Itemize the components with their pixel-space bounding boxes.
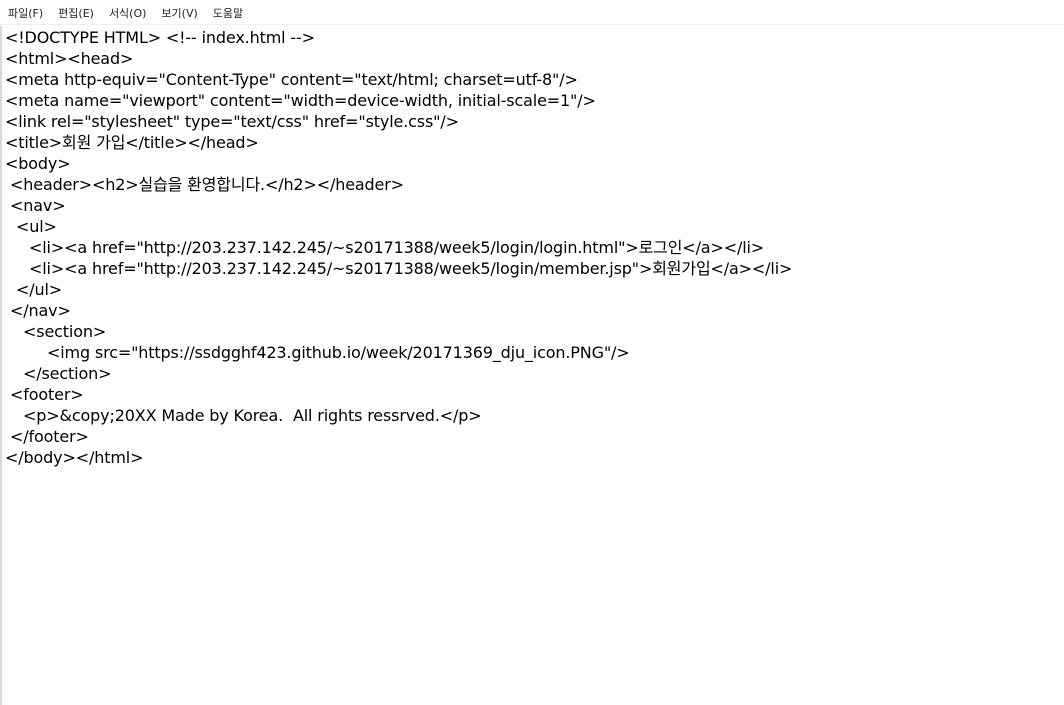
text-line: <meta http-equiv="Content-Type" content=… bbox=[5, 70, 578, 89]
menu-bar: 파일(F) 편집(E) 서식(O) 보기(V) 도움말 bbox=[0, 0, 1064, 25]
text-line: <!DOCTYPE HTML> <!-- index.html --> bbox=[5, 28, 315, 47]
menu-file[interactable]: 파일(F) bbox=[0, 0, 50, 25]
text-editor-area[interactable]: <!DOCTYPE HTML> <!-- index.html --> <htm… bbox=[0, 26, 1064, 705]
text-line: <link rel="stylesheet" type="text/css" h… bbox=[5, 112, 459, 131]
text-line: <html><head> bbox=[5, 49, 134, 68]
text-line: </nav> bbox=[10, 301, 71, 320]
menu-edit[interactable]: 편집(E) bbox=[50, 0, 101, 25]
text-line: </ul> bbox=[16, 280, 63, 299]
text-line: <nav> bbox=[10, 196, 66, 215]
text-line: </section> bbox=[23, 364, 112, 383]
text-line: </body></html> bbox=[5, 448, 144, 467]
text-line: <title>회원 가입</title></head> bbox=[5, 133, 259, 152]
text-line: <meta name="viewport" content="width=dev… bbox=[5, 91, 596, 110]
menu-view[interactable]: 보기(V) bbox=[153, 0, 204, 25]
text-line: <ul> bbox=[16, 217, 57, 236]
text-line: <p>&copy;20XX Made by Korea. All rights … bbox=[23, 406, 482, 425]
text-line: <li><a href="http://203.237.142.245/~s20… bbox=[29, 259, 793, 278]
text-line: <body> bbox=[5, 154, 71, 173]
text-line: </footer> bbox=[10, 427, 89, 446]
menu-help[interactable]: 도움말 bbox=[205, 0, 250, 25]
text-line: <img src="https://ssdgghf423.github.io/w… bbox=[47, 343, 630, 362]
text-line: <section> bbox=[23, 322, 107, 341]
menu-format[interactable]: 서식(O) bbox=[101, 0, 153, 25]
text-line: <header><h2>실습을 환영합니다.</h2></header> bbox=[10, 175, 404, 194]
text-line: <footer> bbox=[10, 385, 84, 404]
text-line: <li><a href="http://203.237.142.245/~s20… bbox=[29, 238, 765, 257]
